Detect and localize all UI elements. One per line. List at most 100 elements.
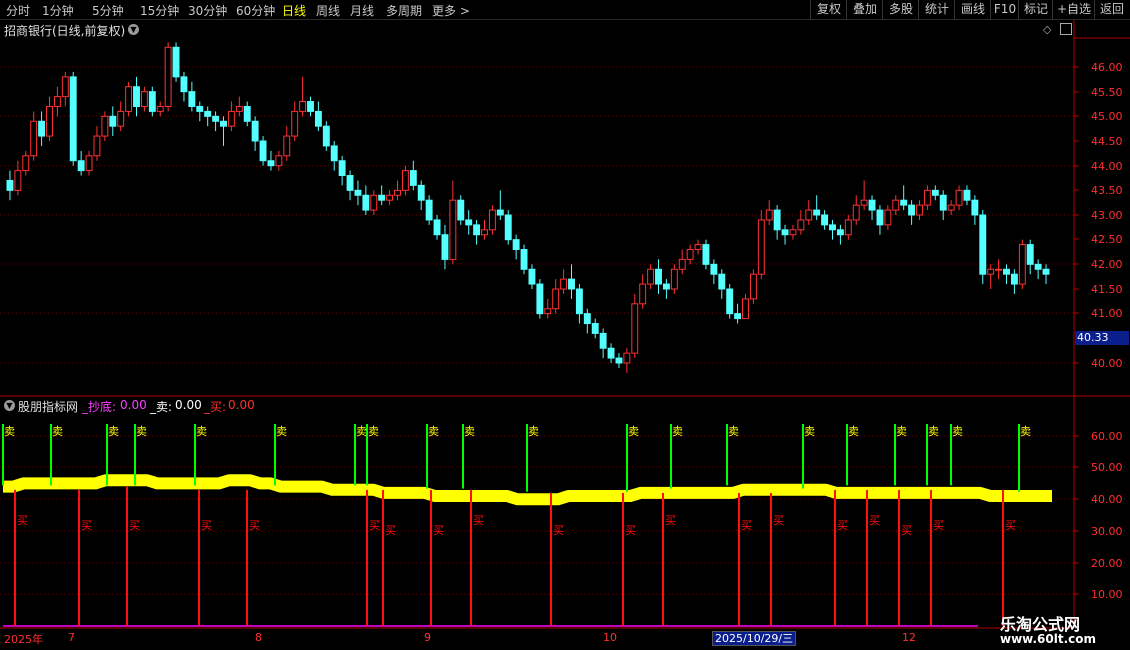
candle-down (781, 229, 789, 236)
candle-up (639, 283, 647, 305)
buy-signal-label: 买 (249, 519, 260, 532)
candle-down (963, 189, 971, 201)
candle-up (30, 120, 38, 157)
cursor-date-tag: 2025/10/29/三 (712, 631, 797, 646)
candle-up (765, 209, 773, 221)
buy-signal-label: 买 (201, 519, 212, 532)
candle-up (923, 189, 931, 206)
indicator-field-value: 0.00 (120, 398, 147, 412)
candle-down (734, 313, 742, 320)
sell-signal-label: 卖 (428, 425, 439, 438)
panel-toggle-icon[interactable] (1060, 23, 1072, 35)
candle-up (164, 46, 172, 107)
candle-down (876, 209, 884, 226)
candle-down (971, 199, 979, 216)
candlestick-chart[interactable]: 卖卖卖卖卖卖卖卖卖卖卖卖卖卖卖卖卖卖卖卖买买买买买买买买买买 买买买买买买买买买 (0, 0, 1130, 650)
sell-signal-label: 卖 (848, 425, 859, 438)
candle-down (148, 91, 156, 112)
candle-down (1034, 263, 1042, 270)
diamond-icon[interactable]: ◇ (1043, 23, 1051, 36)
sell-signal-label: 卖 (196, 425, 207, 438)
candle-down (330, 145, 338, 162)
candle-up (852, 204, 860, 221)
candle-up (85, 155, 93, 172)
buy-signal-label: 买 (385, 524, 396, 537)
candle-down (536, 283, 544, 315)
candle-down (6, 179, 14, 191)
candle-up (916, 204, 923, 216)
candle-up (560, 278, 568, 290)
sell-signal-label: 卖 (368, 425, 379, 438)
candle-up (892, 199, 900, 211)
x-axis-label: 2025年 (4, 633, 43, 646)
sell-signal-label: 卖 (1020, 425, 1031, 438)
x-axis-label: 7 (68, 631, 75, 644)
sell-signal-label: 卖 (628, 425, 639, 438)
sell-signal-label: 卖 (896, 425, 907, 438)
candle-down (979, 214, 987, 275)
candle-down (900, 199, 908, 206)
candle-up (694, 244, 702, 251)
candle-down (457, 199, 465, 221)
sell-signal-label: 卖 (276, 425, 287, 438)
chevron-down-icon[interactable]: ▼ (128, 24, 139, 35)
sell-signal-label: 卖 (4, 425, 15, 438)
sell-signal-label: 卖 (464, 425, 475, 438)
candle-up (235, 105, 243, 112)
candle-down (662, 283, 670, 290)
buy-signal-label: 买 (933, 519, 944, 532)
candle-down (726, 288, 734, 315)
indicator-y-tick: 30.00 (1091, 525, 1123, 538)
buy-signal-label: 买 (741, 519, 752, 532)
buy-signal-label: 买 (369, 519, 380, 532)
candle-up (449, 199, 457, 260)
candle-down (465, 219, 473, 226)
indicator-y-tick: 40.00 (1091, 493, 1123, 506)
x-axis-label: 8 (255, 631, 262, 644)
candle-down (829, 224, 836, 231)
candle-down (417, 184, 425, 201)
candle-down (77, 160, 85, 172)
candle-up (46, 105, 53, 137)
candle-down (267, 160, 275, 167)
sell-signal-label: 卖 (136, 425, 147, 438)
x-axis-label: 9 (424, 631, 431, 644)
candle-down (496, 209, 504, 216)
candle-down (710, 263, 718, 275)
candle-up (552, 288, 560, 310)
candle-up (53, 96, 61, 107)
buy-signal-label: 买 (553, 524, 564, 537)
y-tick: 42.00 (1091, 258, 1123, 271)
candle-down (836, 229, 844, 236)
indicator-y-tick: 50.00 (1091, 461, 1123, 474)
candle-down (196, 105, 204, 112)
candle-up (14, 170, 22, 191)
buy-signal-label: 买 (625, 524, 636, 537)
candle-down (599, 332, 607, 349)
candle-down (314, 110, 322, 127)
indicator-y-tick: 60.00 (1091, 430, 1123, 443)
y-tick: 45.50 (1091, 86, 1123, 99)
candle-down (615, 357, 623, 364)
candle-down (425, 199, 433, 221)
candle-down (109, 115, 117, 127)
candle-down (568, 278, 575, 290)
indicator-field-value: 0.00 (228, 398, 255, 412)
x-axis-label: 12 (902, 631, 916, 644)
candle-up (955, 189, 963, 206)
candle-up (789, 229, 797, 236)
chevron-down-icon[interactable]: ▼ (4, 400, 15, 411)
candle-up (125, 86, 133, 112)
candle-down (346, 175, 354, 191)
candle-down (409, 170, 417, 186)
indicator-y-tick: 20.00 (1091, 557, 1123, 570)
candle-down (220, 120, 227, 127)
candle-up (117, 110, 125, 127)
y-tick: 43.00 (1091, 209, 1123, 222)
candle-up (156, 105, 164, 112)
buy-signal-label: 买 (837, 519, 848, 532)
candle-up (401, 170, 409, 191)
sell-signal-label: 卖 (108, 425, 119, 438)
candle-down (212, 115, 220, 122)
candle-down (868, 199, 876, 211)
